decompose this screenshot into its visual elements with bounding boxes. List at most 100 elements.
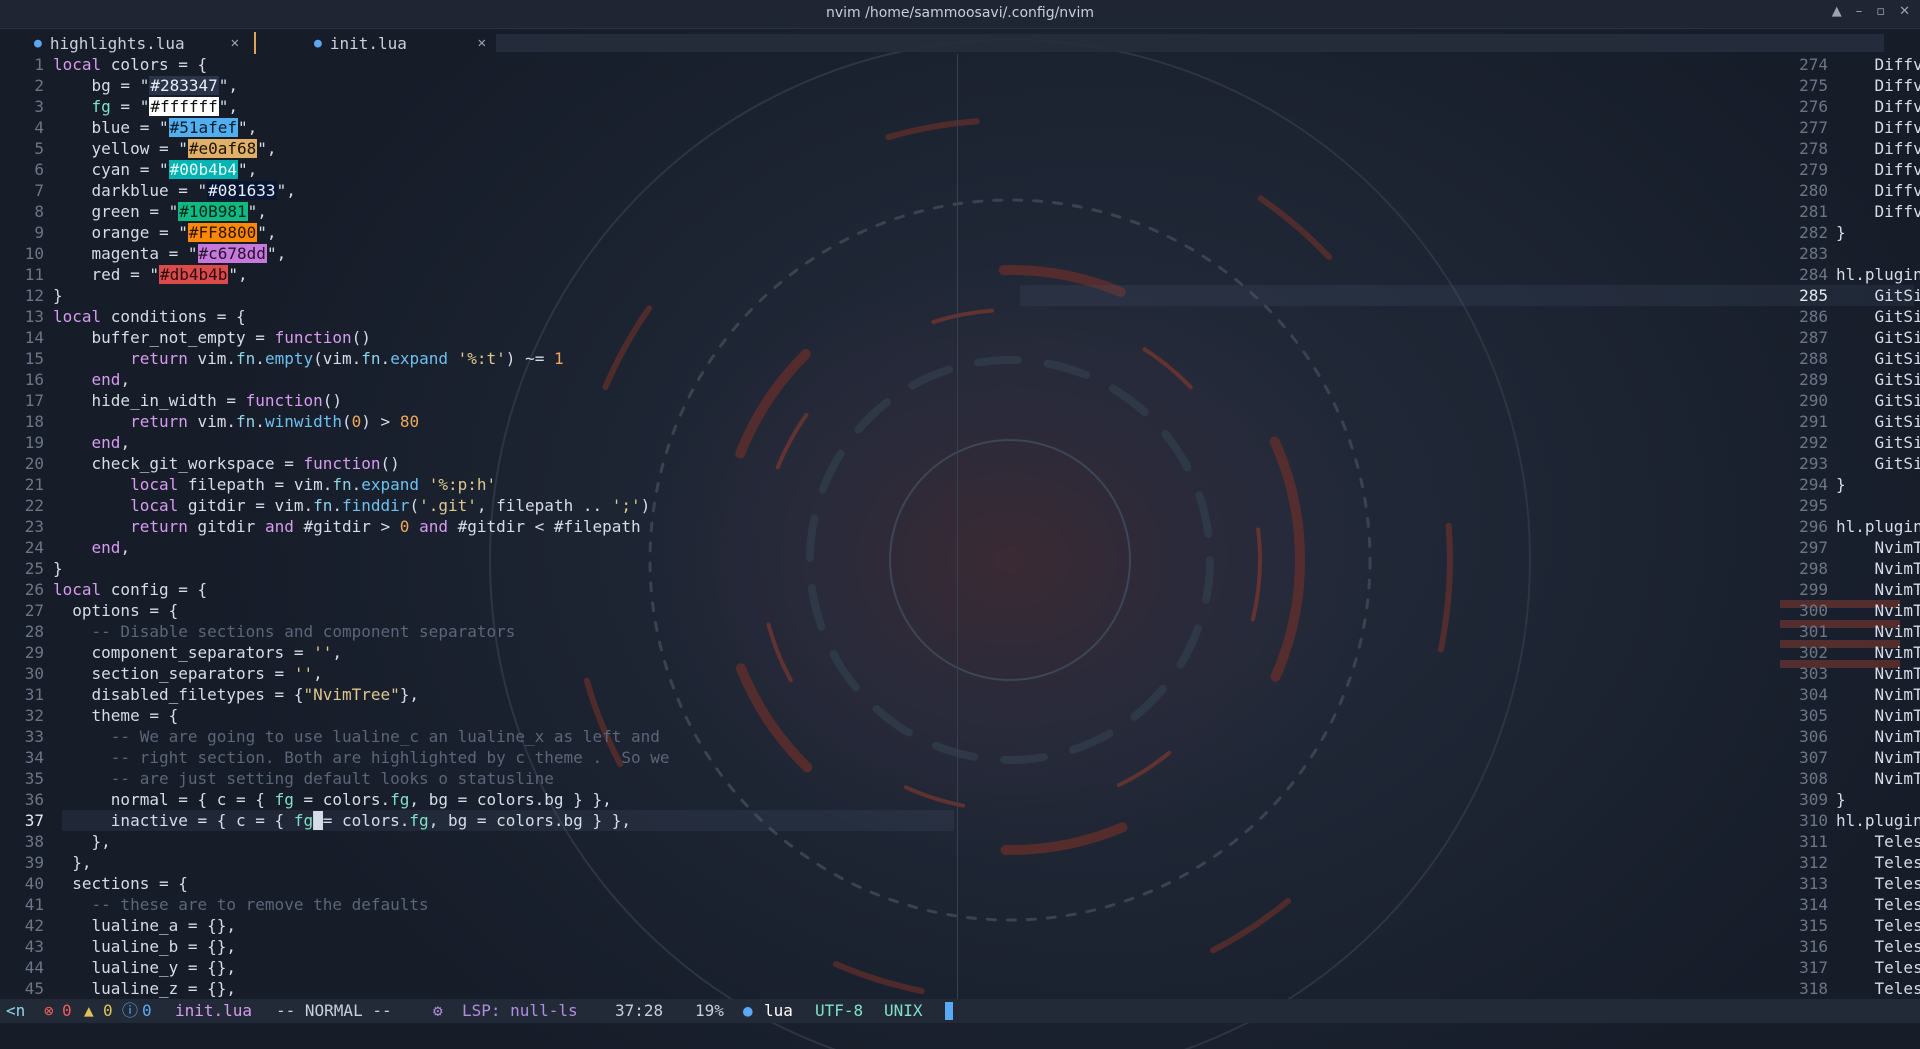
code-line[interactable]: 37 inactive = { c = { fg█= colors.fg, bg…	[0, 810, 956, 831]
code-line[interactable]: 313 TelescopeResultsBorder = colors.Purp…	[958, 873, 1920, 894]
code-line[interactable]: 7 darkblue = "#081633",	[0, 180, 956, 201]
code-line[interactable]: 10 magenta = "#c678dd",	[0, 243, 956, 264]
code-line[interactable]: 29 component_separators = '',	[0, 642, 956, 663]
code-line[interactable]: 316 TelescopePromptPrefix = colors.Blue,	[958, 936, 1920, 957]
tab-init-lua[interactable]: ● init.lua ✕	[314, 31, 486, 55]
code-line[interactable]: 296 hl.plugins.nvim_tree = {	[958, 516, 1920, 537]
maximize-icon[interactable]: ▫	[1876, 4, 1885, 19]
code-line[interactable]: 3 fg = "#ffffff",	[0, 96, 956, 117]
code-line[interactable]: 281 DiffviewStatusBroken = colors.Red	[958, 201, 1920, 222]
close-tab-icon[interactable]: ✕	[478, 35, 486, 51]
code-line[interactable]: 26 local config = {	[0, 579, 956, 600]
code-line[interactable]: 291 GitSignsDelete = colors.Red,	[958, 411, 1920, 432]
code-line[interactable]: 41 -- these are to remove the defaults	[0, 894, 956, 915]
code-line[interactable]: 19 end,	[0, 432, 956, 453]
code-line[interactable]: 20 check_git_workspace = function()	[0, 453, 956, 474]
code-line[interactable]: 25}	[0, 558, 956, 579]
code-line[interactable]: 44 lualine_y = {},	[0, 957, 956, 978]
code-line[interactable]: 16 end,	[0, 369, 956, 390]
code-line[interactable]: 308 NvimTreeFolderName = colors.Blue,	[958, 768, 1920, 789]
code-line[interactable]: 299 NvimTreeEndOfBuffer = { fg = cfg.hid…	[958, 579, 1920, 600]
code-line[interactable]: 4 blue = "#51afef",	[0, 117, 956, 138]
code-line[interactable]: 285 GitSignsAdd = colors.Green,	[958, 285, 1920, 306]
code-line[interactable]: 294}	[958, 474, 1920, 495]
code-line[interactable]: 304 NvimTreeSpecialFile = { fg = c.yello…	[958, 684, 1920, 705]
code-line[interactable]: 2 bg = "#283347",	[0, 75, 956, 96]
code-line[interactable]: 34 -- right section. Both are highlighte…	[0, 747, 956, 768]
code-line[interactable]: 36 normal = { c = { fg = colors.fg, bg =…	[0, 789, 956, 810]
code-line[interactable]: 40 sections = {	[0, 873, 956, 894]
code-line[interactable]: 287 GitSignsAddNr = colors.Green,	[958, 327, 1920, 348]
code-line[interactable]: 311 TelescopeBorder = colors.Green,	[958, 831, 1920, 852]
code-line[interactable]: 302 NvimTreeGitNew = colors.Green,	[958, 642, 1920, 663]
code-line[interactable]: 282}	[958, 222, 1920, 243]
code-line[interactable]: 275 DiffviewStatusRenamed = colors.Blue,	[958, 75, 1920, 96]
close-tab-icon[interactable]: ✕	[231, 35, 239, 51]
code-line[interactable]: 39 },	[0, 852, 956, 873]
code-line[interactable]: 293 GitSignsDeleteNr = colors.Red	[958, 453, 1920, 474]
code-line[interactable]: 11 red = "#db4b4b",	[0, 264, 956, 285]
code-line[interactable]: 305 NvimTreeIndentMarker = colors.Fg,	[958, 705, 1920, 726]
code-line[interactable]: 300 NvimTreeRootFolder = { fg = c.orange…	[958, 600, 1920, 621]
left-editor-pane[interactable]: 1 local colors = {2 bg = "#283347", 3 fg =…	[0, 54, 956, 1004]
code-line[interactable]: 307 NvimTreeSymlink = colors.Purple,	[958, 747, 1920, 768]
code-line[interactable]: 5 yellow = "#e0af68",	[0, 138, 956, 159]
code-line[interactable]: 23 return gitdir and #gitdir > 0 and #gi…	[0, 516, 956, 537]
code-line[interactable]: 42 lualine_a = {},	[0, 915, 956, 936]
code-line[interactable]: 43 lualine_b = {},	[0, 936, 956, 957]
code-line[interactable]: 274 DiffviewStatusModified = colors.Blue…	[958, 54, 1920, 75]
code-line[interactable]: 15 return vim.fn.empty(vim.fn.expand '%:…	[0, 348, 956, 369]
code-line[interactable]: 298 NvimTreeVertSplit = { fg = c.bg_d, b…	[958, 558, 1920, 579]
code-line[interactable]: 289 GitSignsChangeLn = colors.Blue,	[958, 369, 1920, 390]
code-line[interactable]: 312 TelescopePromptBorder = colors.Green…	[958, 852, 1920, 873]
code-line[interactable]: 1 local colors = {	[0, 54, 956, 75]
code-line[interactable]: 309}	[958, 789, 1920, 810]
code-line[interactable]: 33 -- We are going to use lualine_c an l…	[0, 726, 956, 747]
code-line[interactable]: 318 TelescopeSelectionCaret = colors.Blu…	[958, 978, 1920, 999]
code-line[interactable]: 315 TelescopeMatching = { fg = c.yellow,…	[958, 915, 1920, 936]
code-line[interactable]: 292 GitSignsDeleteLn = colors.Red,	[958, 432, 1920, 453]
code-line[interactable]: 12}	[0, 285, 956, 306]
minimize-icon[interactable]: –	[1856, 4, 1863, 19]
close-window-icon[interactable]: ✕	[1899, 4, 1910, 19]
code-line[interactable]: 18 return vim.fn.winwidth(0) > 80	[0, 411, 956, 432]
keep-above-icon[interactable]: ▲	[1832, 4, 1842, 19]
code-line[interactable]: 6 cyan = "#00b4b4",	[0, 159, 956, 180]
code-line[interactable]: 24 end,	[0, 537, 956, 558]
code-line[interactable]: 301 NvimTreeGitDirty = colors.Yellow,	[958, 621, 1920, 642]
right-editor-pane[interactable]: 274 DiffviewStatusModified = colors.Blue…	[958, 54, 1920, 1004]
code-line[interactable]: 32 theme = {	[0, 705, 956, 726]
code-line[interactable]: 288 GitSignsChange = colors.Blue,	[958, 348, 1920, 369]
code-line[interactable]: 276 DiffviewStatusCopied = colors.Blue,	[958, 96, 1920, 117]
code-line[interactable]: 38 },	[0, 831, 956, 852]
code-line[interactable]: 290 GitSignsChangeNr = colors.Blue,	[958, 390, 1920, 411]
code-line[interactable]: 28 -- Disable sections and component sep…	[0, 621, 956, 642]
tab-highlights-lua[interactable]: ● highlights.lua ✕	[34, 31, 239, 55]
code-line[interactable]: 295	[958, 495, 1920, 516]
code-line[interactable]: 14 buffer_not_empty = function()	[0, 327, 956, 348]
code-line[interactable]: 21 local filepath = vim.fn.expand '%:p:h…	[0, 474, 956, 495]
code-line[interactable]: 314 TelescopePreviewBorder = colors.Cyan…	[958, 894, 1920, 915]
code-line[interactable]: 27 options = {	[0, 600, 956, 621]
code-line[interactable]: 283	[958, 243, 1920, 264]
code-line[interactable]: 31 disabled_filetypes = {"NvimTree"},	[0, 684, 956, 705]
code-line[interactable]: 279 DiffviewStatusUnknown = colors.Red,	[958, 159, 1920, 180]
code-line[interactable]: 277 DiffviewStatusTypeChange = colors.Bl…	[958, 117, 1920, 138]
code-line[interactable]: 284 hl.plugins.gitsigns = {	[958, 264, 1920, 285]
code-line[interactable]: 35 -- are just setting default looks o s…	[0, 768, 956, 789]
code-line[interactable]: 30 section_separators = '',	[0, 663, 956, 684]
code-line[interactable]: 278 DiffviewStatusUnmerged = colors.Blue…	[958, 138, 1920, 159]
code-line[interactable]: 22 local gitdir = vim.fn.finddir('.git',…	[0, 495, 956, 516]
code-line[interactable]: 9 orange = "#FF8800",	[0, 222, 956, 243]
code-line[interactable]: 306 NvimTreeImageFile = { fg = c.dark_pu…	[958, 726, 1920, 747]
code-line[interactable]: 8 green = "#10B981",	[0, 201, 956, 222]
code-line[interactable]: 297 NvimTreeNormal = { fg = c.fg, bg = c…	[958, 537, 1920, 558]
code-line[interactable]: 310 hl.plugins.telescope = {	[958, 810, 1920, 831]
code-line[interactable]: 17 hide_in_width = function()	[0, 390, 956, 411]
code-line[interactable]: 317 TelescopeSelection = { bg = c.bg2 },	[958, 957, 1920, 978]
code-line[interactable]: 303 NvimTreeGitDeleted = colors.Red,	[958, 663, 1920, 684]
code-line[interactable]: 45 lualine_z = {},	[0, 978, 956, 999]
code-line[interactable]: 13 local conditions = {	[0, 306, 956, 327]
code-line[interactable]: 280 DiffviewStatusDeleted = colors.Red,	[958, 180, 1920, 201]
code-line[interactable]: 286 GitSignsAddLn = colors.Green,	[958, 306, 1920, 327]
